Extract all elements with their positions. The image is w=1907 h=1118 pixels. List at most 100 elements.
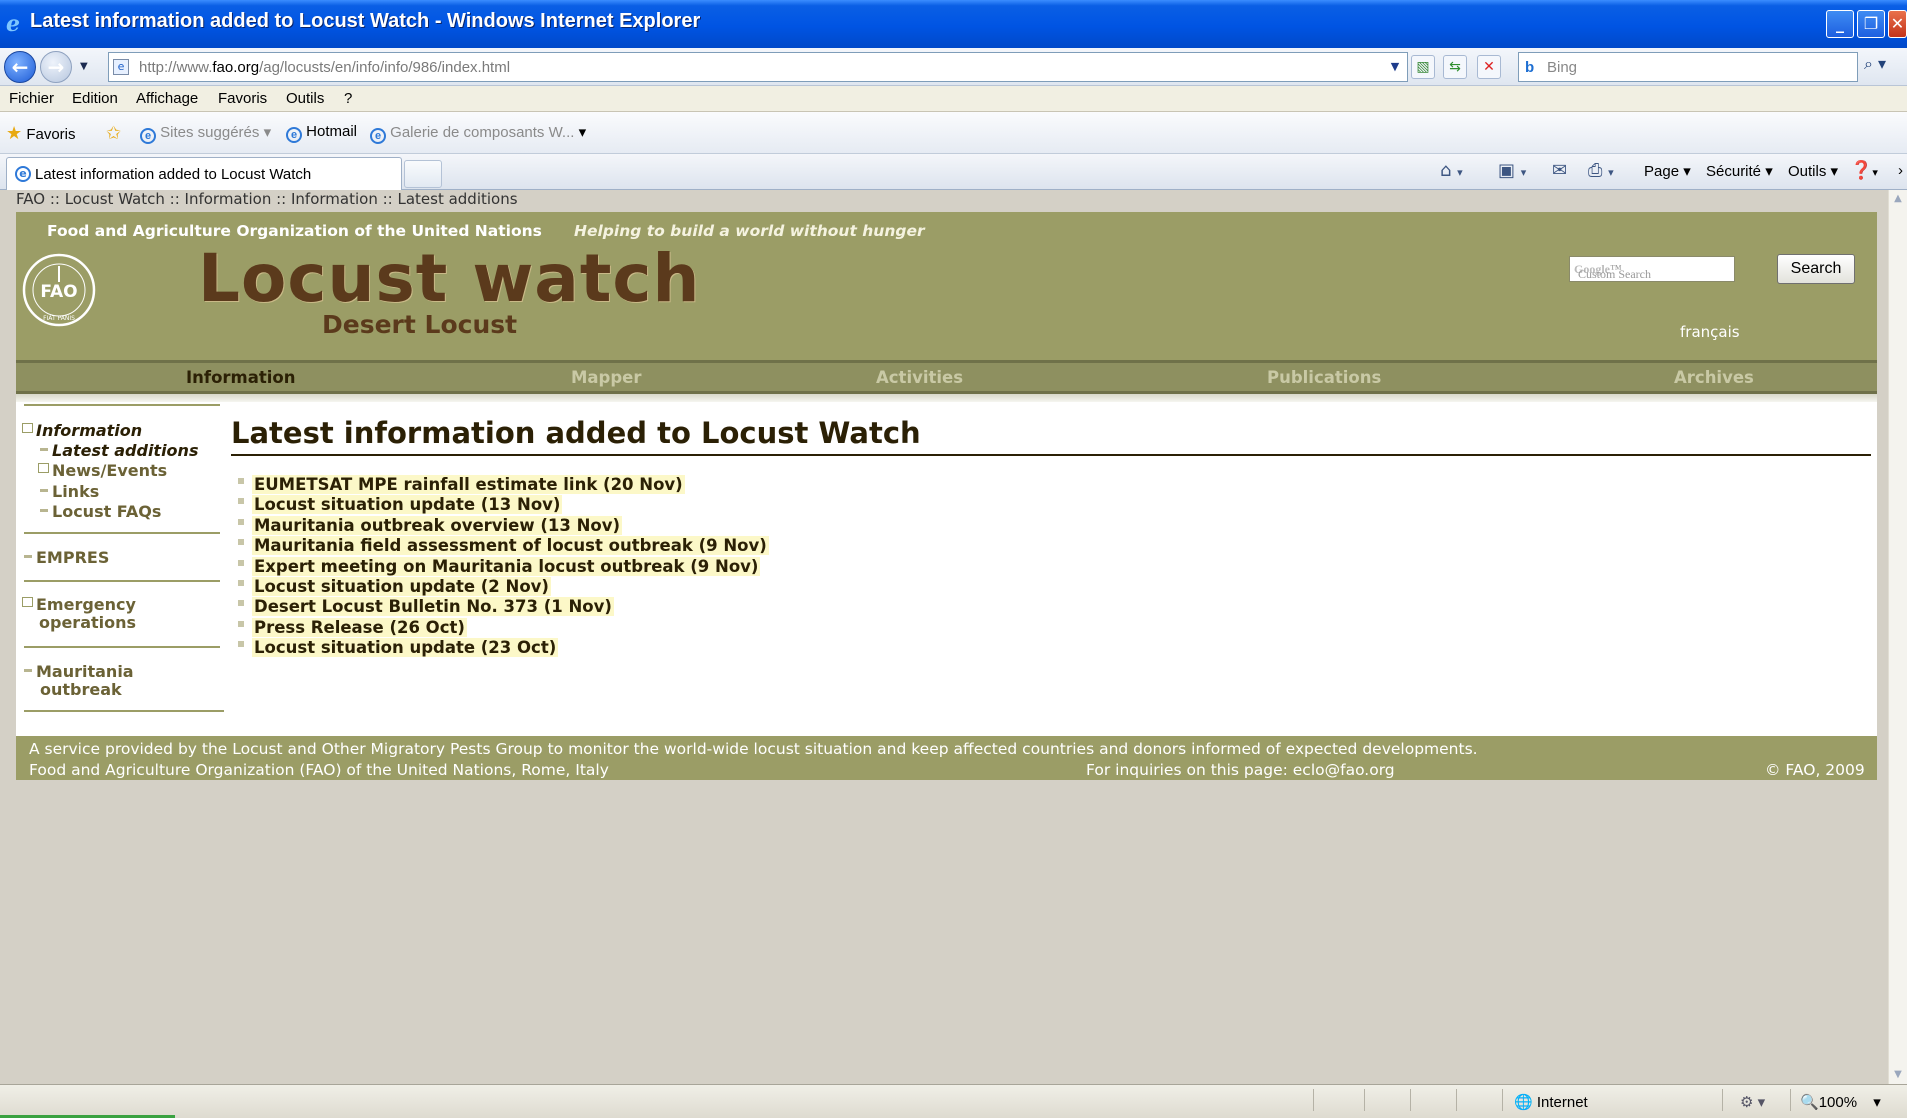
news-link[interactable]: Mauritania field assessment of locust ou…	[252, 536, 769, 556]
sidebar-item-latest-additions[interactable]: Latest additions	[40, 442, 198, 460]
help-icon[interactable]: ❓▾	[1850, 160, 1878, 181]
news-link[interactable]: Locust situation update (23 Oct)	[252, 638, 559, 658]
fao-logo-icon[interactable]: FAO FIAT PANIS	[21, 252, 97, 328]
vertical-scrollbar[interactable]: ▲ ▼	[1888, 190, 1907, 1084]
google-search-input[interactable]: Google™ Custom Search	[1569, 256, 1735, 282]
sidebar-item-news-events[interactable]: News/Events	[38, 462, 167, 480]
sidebar-item-information[interactable]: Information	[22, 422, 142, 440]
folder-icon	[38, 463, 49, 473]
forward-button[interactable]: →	[40, 51, 72, 83]
restore-icon: ❐	[1863, 14, 1879, 33]
tools-menu[interactable]: Outils ▾	[1788, 162, 1838, 180]
sidebar-divider	[24, 646, 220, 648]
site-title[interactable]: Locust watch	[198, 240, 701, 317]
language-link[interactable]: français	[1680, 323, 1740, 341]
nav-activities[interactable]: Activities	[876, 368, 963, 387]
sidebar-item-mauritania[interactable]: Mauritania outbreak	[24, 663, 134, 699]
sidebar-item-empres[interactable]: EMPRES	[24, 549, 109, 567]
stop-icon[interactable]: ✕	[1477, 55, 1501, 79]
menu-file[interactable]: Fichier	[9, 90, 54, 107]
title-rule	[231, 454, 1871, 456]
protected-mode-icon[interactable]: ⚙ ▾	[1740, 1093, 1765, 1111]
news-link[interactable]: Locust situation update (13 Nov)	[252, 495, 563, 515]
back-button[interactable]: ←	[4, 51, 36, 83]
footer-copyright: © FAO, 2009	[1765, 761, 1865, 779]
news-link[interactable]: Expert meeting on Mauritania locust outb…	[252, 556, 761, 576]
search-go-icon[interactable]: ⌕ ▾	[1864, 54, 1894, 80]
status-divider	[1790, 1089, 1791, 1111]
news-link[interactable]: Locust situation update (2 Nov)	[252, 576, 551, 596]
menu-view[interactable]: Affichage	[136, 90, 198, 107]
page-bullet-icon	[24, 555, 32, 558]
google-search-placeholder: Google™ Custom Search	[1574, 262, 1651, 281]
url-dropdown-icon[interactable]: ▼	[1383, 53, 1407, 81]
mail-icon[interactable]: ✉	[1552, 160, 1567, 181]
home-icon[interactable]: ⌂ ▾	[1440, 160, 1463, 181]
search-input[interactable]: b Bing	[1518, 52, 1858, 82]
nav-archives[interactable]: Archives	[1674, 368, 1754, 387]
nav-mapper[interactable]: Mapper	[571, 368, 642, 387]
window-titlebar: e Latest information added to Locust Wat…	[0, 0, 1907, 48]
menu-favorites[interactable]: Favoris	[218, 90, 267, 107]
site-subtitle: Desert Locust	[322, 310, 518, 339]
nav-publications[interactable]: Publications	[1267, 368, 1381, 387]
site-header: Food and Agriculture Organization of the…	[16, 212, 1877, 360]
folder-icon	[22, 423, 33, 433]
status-divider	[1456, 1089, 1457, 1111]
folder-icon	[22, 597, 33, 607]
page-bullet-icon	[40, 448, 48, 451]
search-button[interactable]: Search	[1777, 254, 1855, 284]
feeds-icon[interactable]: ▣ ▾	[1498, 160, 1526, 181]
compatibility-view-icon[interactable]: ▧	[1411, 55, 1435, 79]
menu-edit[interactable]: Edition	[72, 90, 118, 107]
address-bar: ← → ▼ e http://www.fao.org/ag/locusts/en…	[0, 48, 1907, 86]
page-icon: e	[113, 59, 129, 75]
scroll-down-icon[interactable]: ▼	[1889, 1066, 1907, 1084]
web-slice-gallery-link[interactable]: e Galerie de composants W... ▾	[370, 123, 586, 144]
close-button[interactable]: ✕	[1888, 10, 1907, 38]
sidebar-item-links[interactable]: Links	[40, 483, 99, 501]
ie-page-icon: e	[15, 166, 31, 182]
tab-locust-watch[interactable]: e Latest information added to Locust Wat…	[6, 157, 402, 190]
back-arrow-icon: ←	[11, 55, 29, 79]
print-icon[interactable]: ⎙ ▾	[1588, 160, 1614, 181]
more-commands-icon[interactable]: ›	[1898, 162, 1903, 179]
zoom-control[interactable]: 🔍100% ▾	[1800, 1093, 1881, 1111]
add-favorite-button[interactable]: ✩	[106, 123, 121, 144]
page-title: Latest information added to Locust Watch	[231, 416, 921, 450]
suggested-sites-link[interactable]: e Sites suggérés ▾	[140, 123, 271, 144]
history-dropdown-icon[interactable]: ▼	[80, 61, 88, 72]
bullet-icon	[238, 478, 244, 484]
news-link[interactable]: Press Release (26 Oct)	[252, 617, 467, 637]
minimize-button[interactable]: _	[1826, 10, 1854, 38]
sidebar: Information Latest additions News/Events…	[16, 402, 226, 736]
security-zone[interactable]: 🌐 Internet	[1514, 1093, 1588, 1111]
svg-text:FIAT PANIS: FIAT PANIS	[43, 315, 75, 322]
news-link[interactable]: Desert Locust Bulletin No. 373 (1 Nov)	[252, 597, 614, 617]
hotmail-link[interactable]: e Hotmail	[286, 123, 357, 143]
page-bullet-icon	[40, 489, 48, 492]
favorites-button[interactable]: ★ Favoris	[6, 123, 76, 144]
page-menu[interactable]: Page ▾	[1644, 162, 1691, 180]
status-divider	[1313, 1089, 1314, 1111]
tab-label: Latest information added to Locust Watch	[35, 166, 312, 183]
ie-page-icon: e	[370, 128, 386, 144]
security-menu[interactable]: Sécurité ▾	[1706, 162, 1773, 180]
refresh-icon[interactable]: ⇆	[1443, 55, 1467, 79]
news-link[interactable]: EUMETSAT MPE rainfall estimate link (20 …	[252, 475, 685, 494]
scroll-up-icon[interactable]: ▲	[1889, 190, 1907, 208]
menu-tools[interactable]: Outils	[286, 90, 324, 107]
sidebar-item-faqs[interactable]: Locust FAQs	[40, 503, 161, 521]
nav-information[interactable]: Information	[186, 368, 296, 387]
sidebar-item-emergency[interactable]: Emergency operations	[22, 596, 136, 632]
sidebar-divider	[24, 580, 220, 582]
url-input[interactable]: e http://www.fao.org/ag/locusts/en/info/…	[108, 52, 1408, 82]
restore-button[interactable]: ❐	[1857, 10, 1885, 38]
news-link[interactable]: Mauritania outbreak overview (13 Nov)	[252, 515, 623, 535]
menu-help[interactable]: ?	[344, 90, 352, 107]
new-tab-button[interactable]	[404, 160, 442, 188]
footer-organization: Food and Agriculture Organization (FAO) …	[29, 761, 609, 779]
footer-inquiries[interactable]: For inquiries on this page: eclo@fao.org	[1086, 761, 1395, 779]
globe-icon: 🌐	[1514, 1094, 1533, 1111]
bullet-icon	[238, 579, 244, 586]
